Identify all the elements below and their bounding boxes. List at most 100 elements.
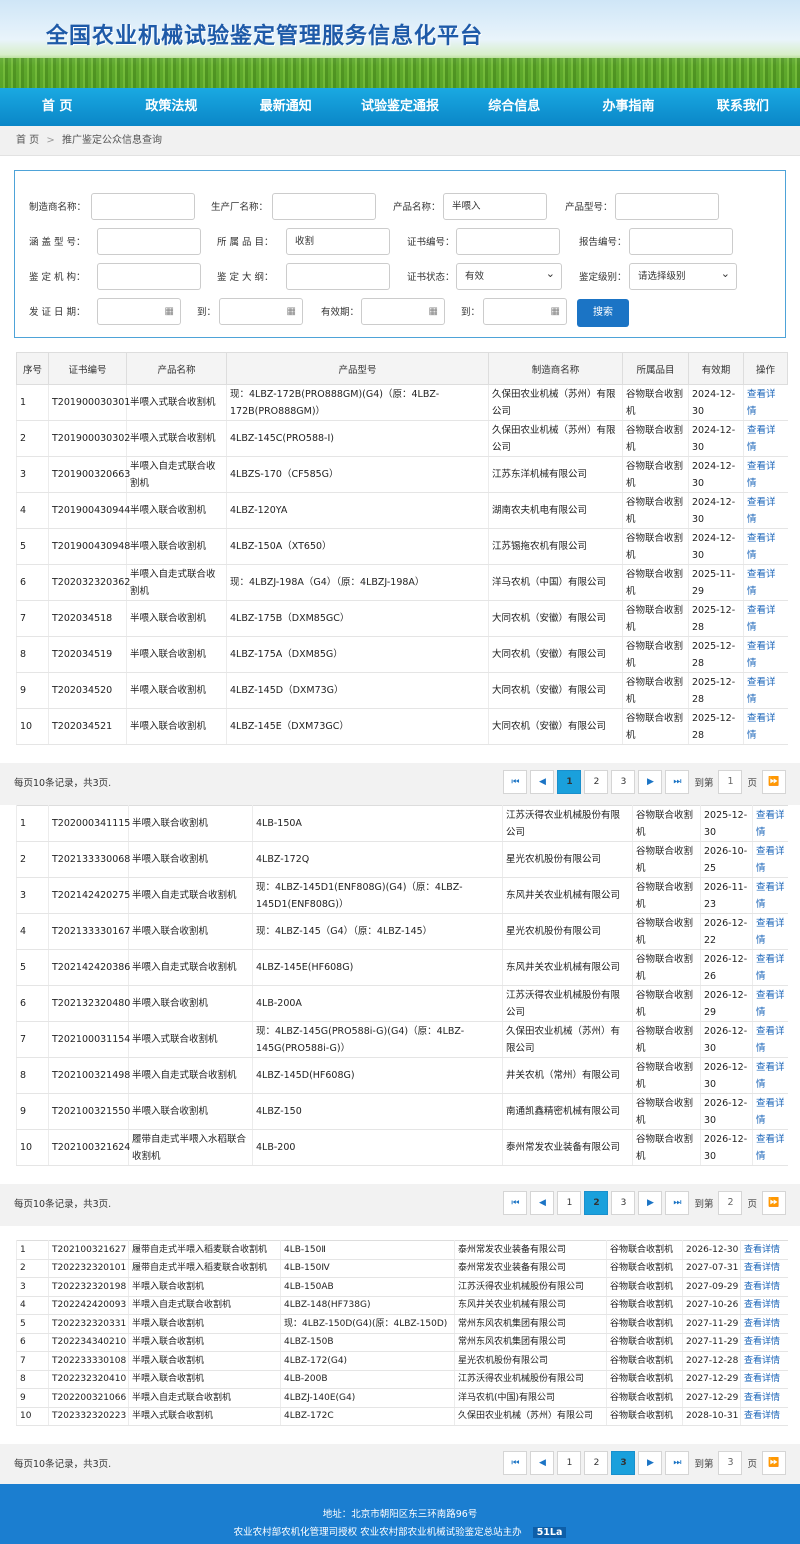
nav-item-6[interactable]: 联系我们 xyxy=(686,88,800,126)
issue-date-from-input[interactable] xyxy=(97,298,181,325)
first-page-icon[interactable]: ⏮ xyxy=(503,770,528,794)
prev-page-icon[interactable]: ◀ xyxy=(530,770,555,794)
view-detail-link[interactable]: 查看详情 xyxy=(744,1356,780,1366)
first-page-icon[interactable]: ⏮ xyxy=(503,1451,528,1475)
goto-page-input[interactable]: 1 xyxy=(718,770,743,794)
view-detail-cell: 查看详情 xyxy=(740,1240,788,1260)
view-detail-cell: 查看详情 xyxy=(752,913,788,950)
cell-no: 7 xyxy=(16,1021,49,1058)
view-detail-link[interactable]: 查看详情 xyxy=(756,1098,785,1126)
view-detail-link[interactable]: 查看详情 xyxy=(747,569,776,597)
view-detail-link[interactable]: 查看详情 xyxy=(744,1393,780,1403)
view-detail-link[interactable]: 查看详情 xyxy=(756,918,785,946)
view-detail-link[interactable]: 查看详情 xyxy=(747,389,776,417)
nav-item-4[interactable]: 综合信息 xyxy=(457,88,571,126)
view-detail-link[interactable]: 查看详情 xyxy=(744,1411,780,1421)
view-detail-link[interactable]: 查看详情 xyxy=(747,677,776,705)
last-page-icon[interactable]: ⏭ xyxy=(665,1451,690,1475)
view-detail-link[interactable]: 查看详情 xyxy=(747,425,776,453)
view-detail-link[interactable]: 查看详情 xyxy=(756,1062,785,1090)
last-page-icon[interactable]: ⏭ xyxy=(665,770,690,794)
agency-input[interactable] xyxy=(97,263,201,290)
covered-model-input[interactable] xyxy=(97,228,201,255)
producer-input[interactable] xyxy=(272,193,376,220)
page-button-1[interactable]: 1 xyxy=(557,1191,582,1215)
view-detail-link[interactable]: 查看详情 xyxy=(747,533,776,561)
manufacturer-input[interactable] xyxy=(91,193,195,220)
nav-item-5[interactable]: 办事指南 xyxy=(571,88,685,126)
search-button[interactable]: 搜索 xyxy=(577,299,629,327)
cell-valid: 2027-12-29 xyxy=(682,1370,741,1389)
page-button-1[interactable]: 1 xyxy=(557,1451,582,1475)
view-detail-link[interactable]: 查看详情 xyxy=(744,1263,780,1273)
next-page-icon[interactable]: ▶ xyxy=(638,1451,663,1475)
nav-item-0[interactable]: 首 页 xyxy=(0,88,114,126)
view-detail-link[interactable]: 查看详情 xyxy=(756,1134,785,1162)
view-detail-link[interactable]: 查看详情 xyxy=(756,882,785,910)
view-detail-link[interactable]: 查看详情 xyxy=(744,1337,780,1347)
view-detail-link[interactable]: 查看详情 xyxy=(747,713,776,741)
cell-cert: T202100321624 xyxy=(48,1129,130,1166)
nav-item-2[interactable]: 最新通知 xyxy=(229,88,343,126)
cert-status-select[interactable]: 有效 xyxy=(456,261,562,290)
product-model-input[interactable] xyxy=(615,193,719,220)
view-detail-link[interactable]: 查看详情 xyxy=(756,846,785,874)
nav-item-3[interactable]: 试验鉴定通报 xyxy=(343,88,457,126)
issue-date-to-input[interactable] xyxy=(219,298,303,325)
stats-badge[interactable]: 51La xyxy=(532,1527,567,1538)
view-detail-link[interactable]: 查看详情 xyxy=(756,990,785,1018)
view-detail-link[interactable]: 查看详情 xyxy=(756,810,785,838)
next-page-icon[interactable]: ▶ xyxy=(638,770,663,794)
level-select[interactable]: 请选择级别 xyxy=(629,261,737,290)
page-button-2[interactable]: 2 xyxy=(584,770,609,794)
view-detail-link[interactable]: 查看详情 xyxy=(744,1300,780,1310)
outline-input[interactable] xyxy=(286,263,390,290)
goto-page-input[interactable]: 2 xyxy=(718,1191,743,1215)
page-button-1[interactable]: 1 xyxy=(557,770,582,794)
view-detail-link[interactable]: 查看详情 xyxy=(744,1282,780,1292)
cell-cert: T202000341115 xyxy=(48,805,130,842)
valid-from-input[interactable] xyxy=(361,298,445,325)
product-name-input[interactable]: 半喂入 xyxy=(443,193,547,220)
page-button-3[interactable]: 3 xyxy=(611,1191,636,1215)
cell-name: 半喂入式联合收割机 xyxy=(128,1021,253,1058)
go-button-icon[interactable]: ⏩ xyxy=(762,770,786,794)
view-detail-cell: 查看详情 xyxy=(740,1388,788,1408)
issue-date-label: 发 证 日 期： xyxy=(29,307,86,318)
go-button-icon[interactable]: ⏩ xyxy=(762,1191,786,1215)
cell-model: 4LB-200 xyxy=(252,1129,503,1166)
goto-label: 到第 xyxy=(694,1199,714,1210)
page-button-3[interactable]: 3 xyxy=(611,1451,636,1475)
view-detail-link[interactable]: 查看详情 xyxy=(744,1245,780,1255)
prev-page-icon[interactable]: ◀ xyxy=(530,1191,555,1215)
cert-no-input[interactable] xyxy=(456,228,560,255)
view-detail-link[interactable]: 查看详情 xyxy=(744,1319,780,1329)
nav-item-1[interactable]: 政策法规 xyxy=(114,88,228,126)
page-button-3[interactable]: 3 xyxy=(611,770,636,794)
valid-to-input[interactable] xyxy=(483,298,567,325)
view-detail-link[interactable]: 查看详情 xyxy=(756,1026,785,1054)
view-detail-link[interactable]: 查看详情 xyxy=(747,641,776,669)
next-page-icon[interactable]: ▶ xyxy=(638,1191,663,1215)
page-button-2[interactable]: 2 xyxy=(584,1451,609,1475)
view-detail-link[interactable]: 查看详情 xyxy=(747,605,776,633)
category-input[interactable]: 收割 xyxy=(286,228,390,255)
cell-cat: 谷物联合收割机 xyxy=(606,1259,683,1278)
go-button-icon[interactable]: ⏩ xyxy=(762,1451,786,1475)
last-page-icon[interactable]: ⏭ xyxy=(665,1191,690,1215)
view-detail-cell: 查看详情 xyxy=(752,985,788,1022)
cell-cert: T202100321550 xyxy=(48,1093,130,1130)
breadcrumb-home[interactable]: 首 页 xyxy=(16,135,39,146)
view-detail-link[interactable]: 查看详情 xyxy=(747,461,776,489)
view-detail-link[interactable]: 查看详情 xyxy=(747,497,776,525)
cell-maker: 东风井关农业机械有限公司 xyxy=(502,949,633,986)
goto-page-input[interactable]: 3 xyxy=(718,1451,743,1475)
first-page-icon[interactable]: ⏮ xyxy=(503,1191,528,1215)
prev-page-icon[interactable]: ◀ xyxy=(530,1451,555,1475)
cell-maker: 星光农机股份有限公司 xyxy=(502,913,633,950)
report-no-input[interactable] xyxy=(629,228,733,255)
cell-no: 8 xyxy=(16,1057,49,1094)
view-detail-link[interactable]: 查看详情 xyxy=(744,1374,780,1384)
page-button-2[interactable]: 2 xyxy=(584,1191,609,1215)
view-detail-link[interactable]: 查看详情 xyxy=(756,954,785,982)
